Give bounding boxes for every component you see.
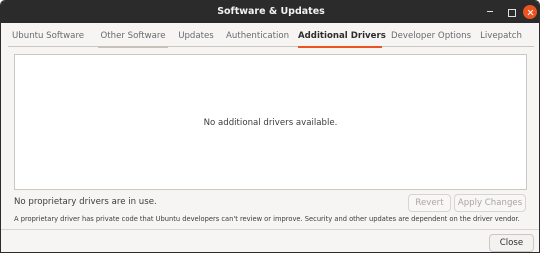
tab-other-software[interactable]: Other Software: [98, 28, 168, 48]
close-button[interactable]: Close: [489, 234, 534, 252]
tab-additional-drivers[interactable]: Additional Drivers: [298, 28, 386, 48]
tab-developer-options[interactable]: Developer Options: [391, 28, 471, 47]
driver-status-text: No proprietary drivers are in use.: [14, 197, 157, 207]
window-title: Software & Updates: [217, 6, 325, 17]
tab-authentication[interactable]: Authentication: [226, 28, 289, 47]
close-window-icon[interactable]: [523, 5, 537, 19]
proprietary-driver-note: A proprietary driver has private code th…: [14, 215, 520, 223]
tab-ubuntu-software[interactable]: Ubuntu Software: [12, 28, 84, 47]
minimize-icon[interactable]: [483, 5, 497, 19]
maximize-icon[interactable]: [504, 5, 518, 19]
title-bar[interactable]: Software & Updates: [1, 1, 539, 23]
drivers-list: No additional drivers available.: [14, 54, 527, 190]
software-updates-window: Software & Updates Ubuntu Software Other…: [0, 0, 540, 253]
divider: [1, 229, 539, 230]
revert-button[interactable]: Revert: [408, 194, 451, 212]
tab-bar: Ubuntu Software Other Software Updates A…: [8, 28, 534, 48]
apply-changes-button[interactable]: Apply Changes: [454, 194, 526, 212]
tab-livepatch[interactable]: Livepatch: [480, 28, 522, 47]
no-drivers-message: No additional drivers available.: [203, 118, 338, 128]
tab-updates[interactable]: Updates: [178, 28, 214, 47]
